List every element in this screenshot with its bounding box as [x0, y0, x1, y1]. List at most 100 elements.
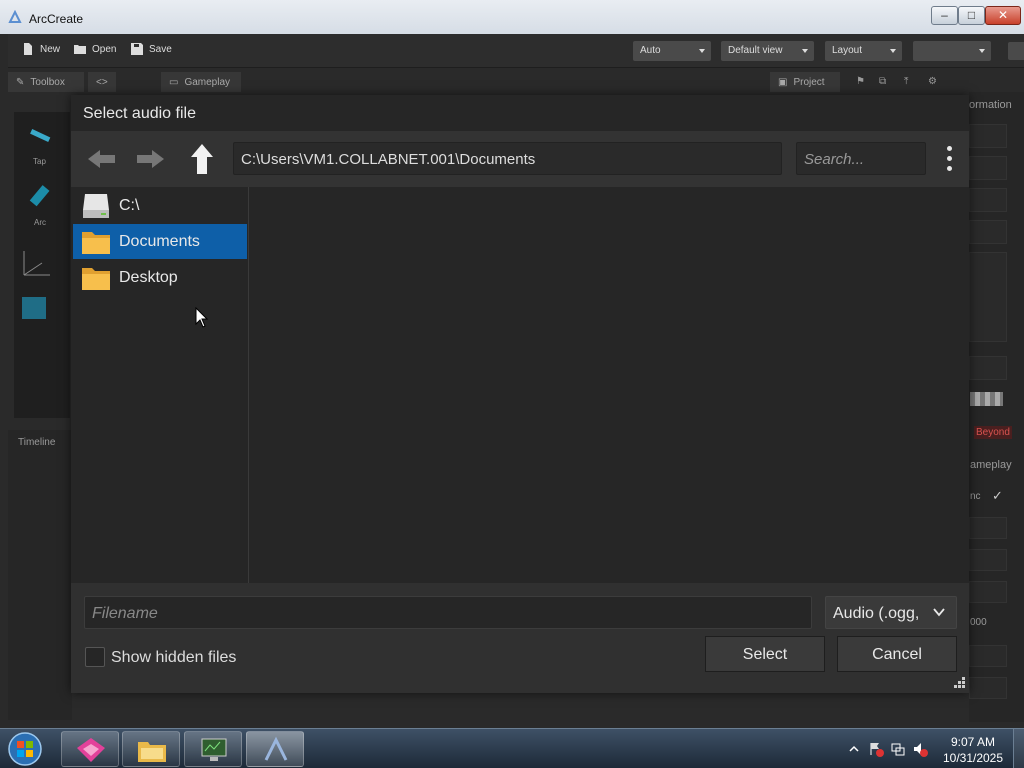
- location-sidebar: C:\ Documents Desktop: [71, 187, 249, 583]
- info-field[interactable]: [969, 581, 1007, 603]
- search-input[interactable]: Search...: [796, 142, 926, 175]
- info-field[interactable]: [969, 517, 1007, 539]
- auto-select-value: Auto: [640, 45, 661, 56]
- gameplay-tab-label: Gameplay: [184, 76, 231, 88]
- gear-icon[interactable]: ⚙: [928, 76, 937, 87]
- taskbar-clock[interactable]: 9:07 AM 10/31/2025: [938, 734, 1008, 766]
- number-value: 000: [970, 617, 987, 628]
- filename-input[interactable]: Filename: [84, 596, 812, 629]
- info-preview: [969, 252, 1007, 342]
- more-options-icon[interactable]: [939, 143, 959, 175]
- info-field[interactable]: [969, 156, 1007, 180]
- dialog-title: Select audio file: [83, 105, 196, 122]
- path-input[interactable]: C:\Users\VM1.COLLABNET.001\Documents: [233, 142, 782, 175]
- layout-select[interactable]: Layout: [825, 41, 902, 61]
- info-field[interactable]: [969, 645, 1007, 667]
- beyond-badge[interactable]: Beyond: [974, 426, 1012, 439]
- view-select[interactable]: Default view: [721, 41, 814, 61]
- extra-select[interactable]: [913, 41, 991, 61]
- flag-icon[interactable]: ⚑: [856, 76, 865, 87]
- checker-swatch[interactable]: [970, 392, 1003, 406]
- network-icon[interactable]: [890, 741, 906, 757]
- code-tab[interactable]: <>: [88, 72, 116, 92]
- file-list[interactable]: [249, 187, 969, 583]
- view-select-value: Default view: [728, 45, 783, 56]
- sidebar-item-documents[interactable]: Documents: [73, 224, 247, 259]
- sidebar-item-desktop[interactable]: Desktop: [73, 260, 247, 295]
- toolbox-tab[interactable]: ✎ Toolbox: [8, 72, 84, 92]
- app-toolbar: New Open Save Auto Default view Layout: [8, 34, 1024, 68]
- device-icon[interactable]: ⧉: [879, 76, 886, 87]
- auto-select[interactable]: Auto: [633, 41, 711, 61]
- chevron-down-icon: [699, 49, 705, 53]
- info-field[interactable]: [969, 549, 1007, 571]
- tray-expand-icon[interactable]: [846, 741, 862, 757]
- gameplay-tab[interactable]: ▭ Gameplay: [161, 72, 241, 92]
- panel-toggle-button[interactable]: [1008, 42, 1024, 60]
- scenecontrol-icon[interactable]: [22, 297, 46, 319]
- layout-select-value: Layout: [832, 45, 863, 56]
- code-tab-label: <>: [96, 76, 108, 88]
- open-folder-icon: [74, 45, 86, 54]
- navigation-bar: C:\Users\VM1.COLLABNET.001\Documents Sea…: [71, 131, 969, 187]
- folder-icon: [82, 232, 110, 254]
- close-window-button[interactable]: ✕: [985, 6, 1021, 25]
- taskbar-app-monitor[interactable]: [184, 731, 242, 767]
- up-arrow-icon[interactable]: [184, 141, 220, 177]
- file-type-select[interactable]: Audio (.ogg,: [825, 596, 957, 629]
- pencil-icon: ✎: [16, 76, 25, 88]
- show-hidden-checkbox[interactable]: [85, 647, 105, 667]
- back-arrow-icon[interactable]: [84, 141, 120, 177]
- new-label: New: [40, 43, 61, 55]
- project-icon: ▣: [778, 76, 788, 88]
- drive-icon: [83, 194, 109, 218]
- arc-note-icon[interactable]: [28, 184, 52, 208]
- info-field[interactable]: [969, 356, 1007, 380]
- info-field[interactable]: [969, 220, 1007, 244]
- tap-note-icon[interactable]: [28, 128, 52, 144]
- toolbox-label: Toolbox: [30, 76, 65, 88]
- chevron-down-icon: [933, 608, 945, 617]
- new-button[interactable]: New: [22, 43, 60, 55]
- cancel-button[interactable]: Cancel: [837, 636, 957, 672]
- taskbar-app-arccreate[interactable]: [246, 731, 304, 767]
- info-field[interactable]: [969, 677, 1007, 699]
- project-tab[interactable]: ▣ Project: [770, 72, 840, 92]
- sidebar-item-c-drive[interactable]: C:\: [73, 188, 247, 223]
- path-value: C:\Users\VM1.COLLABNET.001\Documents: [241, 151, 536, 168]
- info-field[interactable]: [969, 124, 1007, 148]
- open-button[interactable]: Open: [74, 43, 116, 55]
- action-center-warning-icon[interactable]: [868, 741, 884, 757]
- maximize-button[interactable]: □: [958, 6, 985, 25]
- gameplay-section-label: ameplay: [970, 459, 1012, 471]
- upload-icon[interactable]: ⤒: [904, 76, 908, 87]
- file-explorer-icon: [138, 742, 166, 762]
- chevron-down-icon: [802, 49, 808, 53]
- system-tray: [846, 739, 928, 759]
- search-placeholder: Search...: [804, 151, 865, 168]
- info-field[interactable]: [969, 188, 1007, 212]
- project-tab-label: Project: [793, 76, 825, 88]
- information-label: ormation: [969, 99, 1012, 111]
- sidebar-item-label: Documents: [119, 233, 200, 250]
- arc-label: Arc: [34, 218, 46, 227]
- checkmark-icon[interactable]: ✓: [992, 488, 1003, 504]
- new-file-icon: [24, 43, 32, 55]
- computer-monitor-icon: [201, 738, 227, 761]
- clock-time: 9:07 AM: [950, 735, 996, 749]
- clock-date: 10/31/2025: [942, 751, 1004, 765]
- select-button[interactable]: Select: [705, 636, 825, 672]
- camera-axis-icon[interactable]: [20, 245, 54, 279]
- taskbar-app-editor[interactable]: [61, 731, 119, 767]
- start-button-icon[interactable]: [6, 731, 44, 767]
- minimize-button[interactable]: –: [931, 6, 958, 25]
- show-hidden-label: Show hidden files: [111, 649, 237, 666]
- volume-muted-icon[interactable]: [912, 741, 928, 757]
- dialog-footer: Filename Audio (.ogg, Show hidden files …: [71, 583, 969, 693]
- taskbar-app-explorer[interactable]: [122, 731, 180, 767]
- forward-arrow-icon[interactable]: [132, 141, 168, 177]
- sidebar-item-label: Desktop: [119, 269, 178, 286]
- resize-grip-icon[interactable]: [951, 675, 967, 691]
- show-desktop-button[interactable]: [1013, 729, 1024, 768]
- save-button[interactable]: Save: [131, 43, 172, 55]
